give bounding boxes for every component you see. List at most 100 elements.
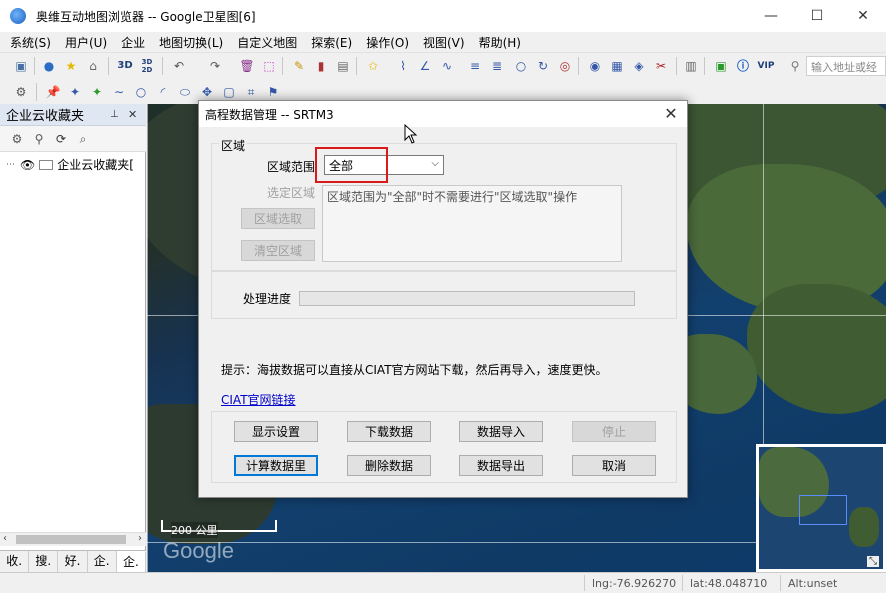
save-icon[interactable]: ▣ bbox=[12, 57, 30, 75]
resize-minimap-icon[interactable]: ⤡ bbox=[867, 556, 879, 567]
stop-button[interactable]: 停止 bbox=[572, 421, 656, 442]
3d-2d-toggle-button[interactable]: 3D 2D bbox=[138, 57, 156, 75]
scissors-icon[interactable]: ✂ bbox=[652, 57, 670, 75]
lines-icon[interactable]: ≣ bbox=[488, 57, 506, 75]
clear-region-button[interactable]: 清空区域 bbox=[241, 240, 315, 261]
rectangle-draw-icon[interactable]: ▢ bbox=[220, 83, 238, 101]
import-data-button[interactable]: 数据导入 bbox=[459, 421, 543, 442]
circle-icon[interactable]: ○ bbox=[512, 57, 530, 75]
vip-button[interactable]: VIP bbox=[754, 57, 778, 75]
dialog-title: 高程数据管理 -- SRTM3 bbox=[205, 107, 334, 122]
user-icon[interactable]: ● bbox=[40, 57, 58, 75]
dialog-close-button[interactable]: ✕ bbox=[661, 104, 681, 124]
globe-icon[interactable]: ◉ bbox=[586, 57, 604, 75]
settings-gear-icon[interactable]: ⚙ bbox=[12, 83, 30, 101]
region-select-button[interactable]: 区域选取 bbox=[241, 208, 315, 229]
delete-icon[interactable]: 🗑 bbox=[238, 57, 256, 75]
menu-operation[interactable]: 操作(O) bbox=[366, 34, 409, 51]
pin-panel-icon[interactable]: ⊥ bbox=[110, 109, 119, 120]
favorites-tree: ⋯ 👁 企业云收藏夹[ bbox=[0, 152, 146, 532]
select-region-label: 选定区域 bbox=[267, 186, 316, 200]
tab-friends[interactable]: 好. bbox=[58, 551, 88, 572]
display-settings-button[interactable]: 显示设置 bbox=[234, 421, 318, 442]
chat-icon[interactable]: ▣ bbox=[712, 57, 730, 75]
polyline-draw-icon[interactable]: ∼ bbox=[110, 83, 128, 101]
panel-refresh-icon[interactable]: ⟳ bbox=[52, 130, 70, 148]
download-tip: 提示：海拔数据可以直接从CIAT官方网站下载，然后再导入，速度更快。 bbox=[221, 363, 608, 377]
pan-icon[interactable]: ✥ bbox=[198, 83, 216, 101]
favorites-star-icon[interactable]: ★ bbox=[62, 57, 80, 75]
image-icon[interactable]: ▤ bbox=[334, 57, 352, 75]
calc-data-button[interactable]: 计算数据里 bbox=[234, 455, 318, 476]
grid-icon[interactable]: ▦ bbox=[608, 57, 626, 75]
tab-enterprise[interactable]: 企. bbox=[88, 551, 117, 572]
tab-favorites[interactable]: 收. bbox=[0, 551, 30, 572]
panel-header: 企业云收藏夹 ⊥ ✕ bbox=[0, 104, 146, 126]
tree-root-item[interactable]: ⋯ 👁 企业云收藏夹[ bbox=[6, 156, 134, 173]
tab-enterprise-cloud[interactable]: 企. bbox=[116, 551, 147, 572]
panel-search-icon[interactable]: ⚲ bbox=[30, 130, 48, 148]
panel-settings-icon[interactable]: ⚙ bbox=[8, 130, 26, 148]
region-group-label: 区域 bbox=[219, 137, 248, 154]
star-add-icon[interactable]: ✩ bbox=[364, 57, 382, 75]
menu-explore[interactable]: 探索(E) bbox=[311, 34, 352, 51]
region-range-label: 区域范围 bbox=[267, 160, 316, 174]
maximize-button[interactable]: ☐ bbox=[794, 0, 840, 32]
status-bar: lng:-76.926270 lat:48.048710 Alt:unset bbox=[0, 572, 886, 593]
menu-view[interactable]: 视图(V) bbox=[423, 34, 465, 51]
menu-enterprise[interactable]: 企业 bbox=[121, 34, 145, 51]
curve-icon[interactable]: ∿ bbox=[438, 57, 456, 75]
enterprise-icon[interactable]: ⌂ bbox=[84, 57, 102, 75]
info-icon[interactable]: ⓘ bbox=[734, 57, 752, 75]
pin-green-icon[interactable]: ✦ bbox=[88, 83, 106, 101]
google-watermark: Google bbox=[163, 538, 234, 563]
dialog-title-bar: 高程数据管理 -- SRTM3 ✕ bbox=[199, 101, 687, 127]
title-bar: 奥维互动地图浏览器 -- Google卫星图[6] — ☐ ✕ bbox=[0, 0, 886, 32]
flag-icon[interactable]: ⚑ bbox=[264, 83, 282, 101]
longitude-readout: lng:-76.926270 bbox=[592, 577, 677, 590]
minimize-button[interactable]: — bbox=[748, 0, 794, 32]
angle-icon[interactable]: ∠ bbox=[416, 57, 434, 75]
search-icon[interactable]: ⚲ bbox=[786, 57, 804, 75]
panel-close-button[interactable]: ✕ bbox=[128, 108, 137, 121]
highlight-box bbox=[315, 147, 388, 183]
ring-icon[interactable]: ◎ bbox=[556, 57, 574, 75]
undo-icon[interactable]: ↶ bbox=[170, 57, 188, 75]
ciat-website-link[interactable]: CIAT官网链接 bbox=[221, 391, 296, 408]
circle-draw-icon[interactable]: ○ bbox=[132, 83, 150, 101]
cancel-button[interactable]: 取消 bbox=[572, 455, 656, 476]
menu-user[interactable]: 用户(U) bbox=[65, 34, 107, 51]
refresh-circle-icon[interactable]: ↻ bbox=[534, 57, 552, 75]
ruler-icon[interactable]: ▮ bbox=[312, 57, 330, 75]
export-data-button[interactable]: 数据导出 bbox=[459, 455, 543, 476]
altitude-readout: Alt:unset bbox=[788, 577, 838, 590]
overview-minimap[interactable]: ⤡ bbox=[756, 444, 886, 572]
panel-title: 企业云收藏夹 bbox=[6, 109, 85, 124]
menu-system[interactable]: 系统(S) bbox=[10, 34, 51, 51]
pin-blue-icon[interactable]: ✦ bbox=[66, 83, 84, 101]
menu-map-switch[interactable]: 地图切换(L) bbox=[159, 34, 223, 51]
download-data-button[interactable]: 下载数据 bbox=[347, 421, 431, 442]
horizontal-scrollbar[interactable]: ‹ › bbox=[0, 532, 146, 546]
attach-icon[interactable]: ⌕ bbox=[74, 130, 92, 148]
crop-icon[interactable]: ⌗ bbox=[242, 83, 260, 101]
menu-help[interactable]: 帮助(H) bbox=[479, 34, 521, 51]
select-box-icon[interactable]: ⬚ bbox=[260, 57, 278, 75]
parallel-lines-icon[interactable]: ≡ bbox=[466, 57, 484, 75]
delete-data-button[interactable]: 删除数据 bbox=[347, 455, 431, 476]
tab-search[interactable]: 搜. bbox=[29, 551, 59, 572]
pin-yellow-icon[interactable]: 📌 bbox=[44, 83, 62, 101]
building-icon[interactable]: ▥ bbox=[682, 57, 700, 75]
3d-button[interactable]: 3D bbox=[116, 57, 134, 75]
main-toolbar: ▣ ● ★ ⌂ 3D 3D 2D ↶ ↷ 🗑 ⬚ ✎ ▮ ▤ ✩ ⌇ ∠ ∿ ≡ … bbox=[0, 52, 886, 80]
pencil-icon[interactable]: ✎ bbox=[290, 57, 308, 75]
eye-icon[interactable]: 👁 bbox=[20, 158, 35, 172]
polyline-icon[interactable]: ⌇ bbox=[394, 57, 412, 75]
ellipse-draw-icon[interactable]: ⬭ bbox=[176, 83, 194, 101]
menu-custom-map[interactable]: 自定义地图 bbox=[237, 34, 297, 51]
address-search-input[interactable]: 输入地址或经 bbox=[806, 56, 886, 76]
arc-draw-icon[interactable]: ◜ bbox=[154, 83, 172, 101]
close-button[interactable]: ✕ bbox=[840, 0, 886, 32]
eraser-icon[interactable]: ◈ bbox=[630, 57, 648, 75]
redo-icon[interactable]: ↷ bbox=[206, 57, 224, 75]
